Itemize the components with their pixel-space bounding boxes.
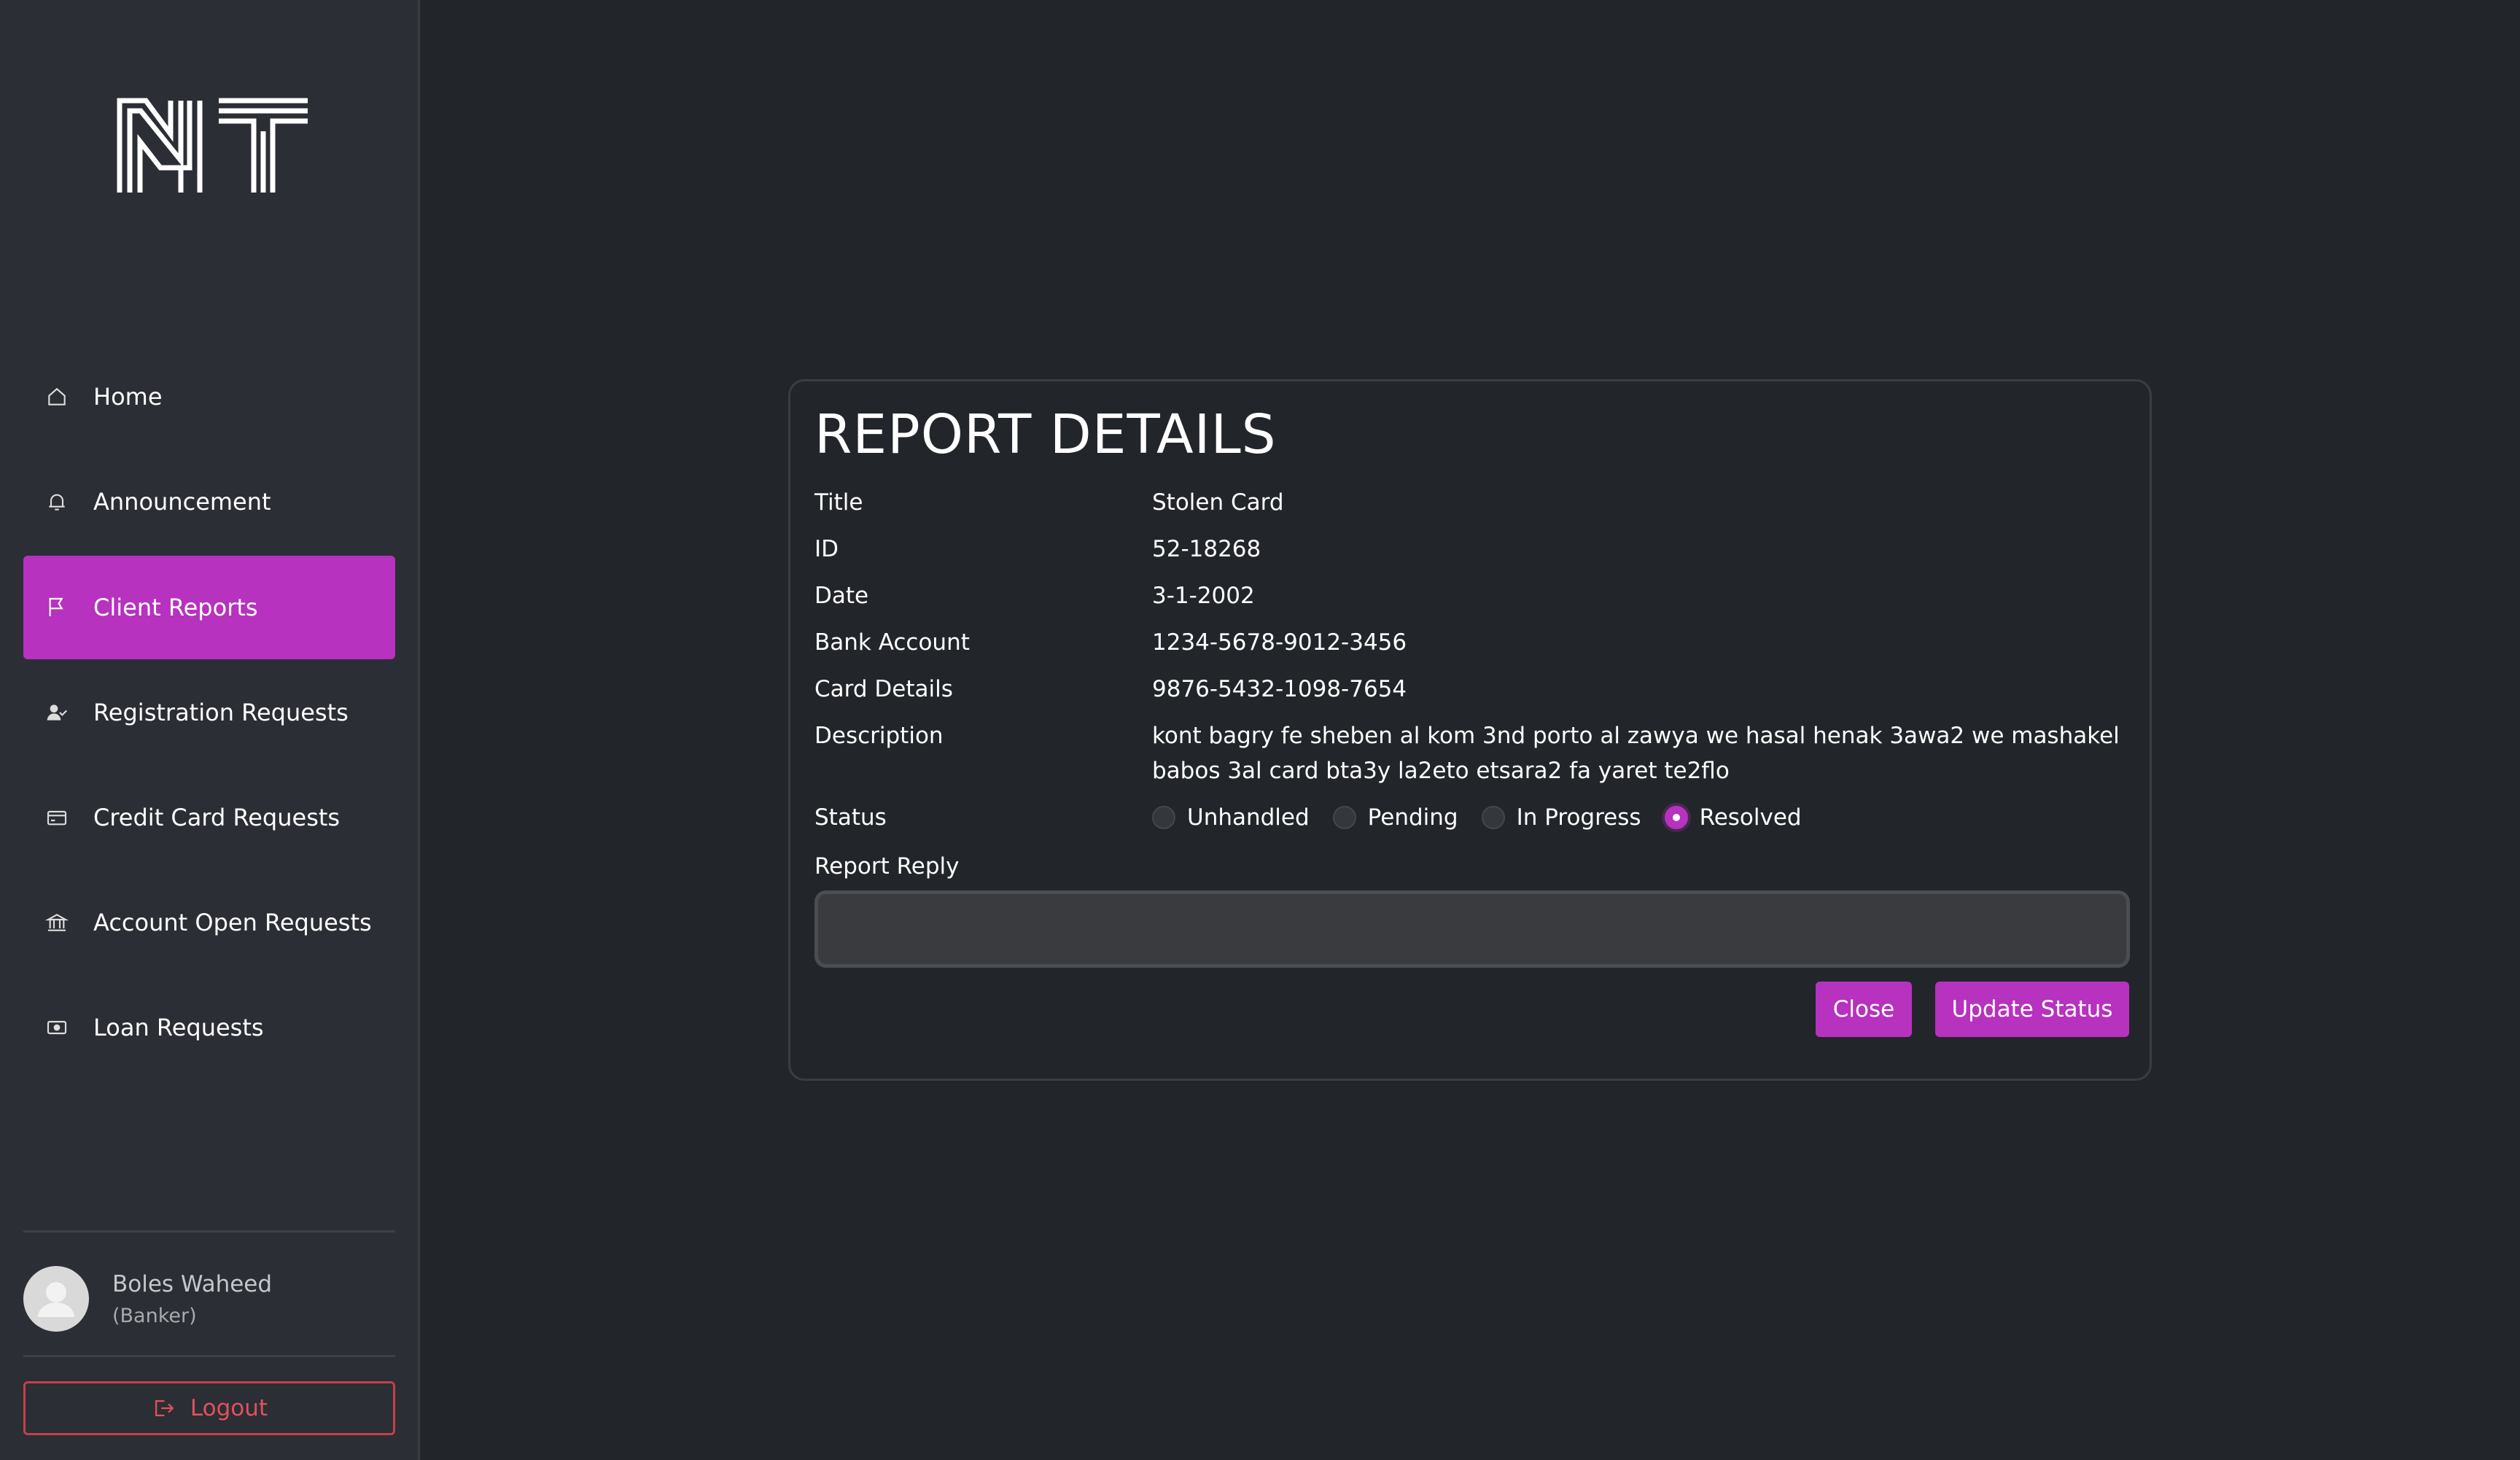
radio-button[interactable] xyxy=(1664,806,1688,829)
home-icon xyxy=(44,384,70,410)
report-reply-input[interactable] xyxy=(814,890,2130,968)
user-check-icon xyxy=(44,699,70,726)
status-label: Status xyxy=(814,804,887,831)
report-reply-label: Report Reply xyxy=(814,853,960,880)
radio-label: Resolved xyxy=(1699,804,1802,831)
report-details-modal: REPORT DETAILS Title Stolen Card ID 52-1… xyxy=(788,379,2152,1081)
field-value: 52-18268 xyxy=(1152,536,1261,562)
sidebar-divider xyxy=(23,1355,395,1357)
status-radio-pending[interactable]: Pending xyxy=(1332,800,1458,835)
bell-icon xyxy=(44,489,70,515)
field-value: 1234-5678-9012-3456 xyxy=(1152,629,1407,656)
field-label: Date xyxy=(814,583,869,609)
logout-icon xyxy=(155,1399,174,1417)
user-name: Boles Waheed xyxy=(112,1270,273,1297)
field-value: kont bagry fe sheben al kom 3nd porto al… xyxy=(1152,723,2120,784)
radio-button[interactable] xyxy=(1332,806,1356,829)
close-button[interactable]: Close xyxy=(1816,982,1912,1037)
status-radio-in-progress[interactable]: In Progress xyxy=(1481,800,1641,835)
nav-loan-requests-label: Loan Requests xyxy=(93,1014,264,1041)
radio-label: Unhandled xyxy=(1187,804,1310,831)
bank-icon xyxy=(44,909,70,936)
nav-credit-card-requests[interactable]: Credit Card Requests xyxy=(23,766,395,869)
logout-label: Logout xyxy=(190,1395,268,1421)
field-value: 3-1-2002 xyxy=(1152,583,1255,609)
logout-button[interactable]: Logout xyxy=(23,1381,395,1435)
nav-client-reports[interactable]: Client Reports xyxy=(23,556,395,659)
field-label: Bank Account xyxy=(814,629,970,656)
nav-announcement-label: Announcement xyxy=(93,488,271,516)
update-status-button[interactable]: Update Status xyxy=(1935,982,2129,1037)
avatar xyxy=(23,1266,89,1332)
field-label: ID xyxy=(814,536,839,562)
user-profile: Boles Waheed (Banker) xyxy=(23,1266,272,1332)
sidebar-divider xyxy=(23,1230,395,1232)
credit-card-icon xyxy=(44,804,70,831)
nav-account-open-requests-label: Account Open Requests xyxy=(93,909,372,936)
user-silhouette-icon xyxy=(38,1282,74,1317)
user-role: (Banker) xyxy=(112,1304,197,1327)
nav-registration-requests-label: Registration Requests xyxy=(93,699,349,726)
field-label: Card Details xyxy=(814,676,953,702)
nav-home-label: Home xyxy=(93,383,163,411)
modal-title: REPORT DETAILS xyxy=(814,403,1277,466)
nav-registration-requests[interactable]: Registration Requests xyxy=(23,661,395,764)
sidebar: Home Announcement Client Reports Registr… xyxy=(0,0,420,1460)
nav-client-reports-label: Client Reports xyxy=(93,594,258,621)
nav-credit-card-requests-label: Credit Card Requests xyxy=(93,804,341,831)
status-radio-unhandled[interactable]: Unhandled xyxy=(1152,800,1310,835)
field-value: 9876-5432-1098-7654 xyxy=(1152,676,1407,702)
field-value: Stolen Card xyxy=(1152,489,1284,516)
status-radio-resolved[interactable]: Resolved xyxy=(1664,800,1802,835)
nav-account-open-requests[interactable]: Account Open Requests xyxy=(23,871,395,974)
cash-icon xyxy=(44,1014,70,1041)
field-label: Title xyxy=(814,489,863,516)
radio-label: In Progress xyxy=(1516,804,1641,831)
status-radio-group: Unhandled Pending In Progress Resolved xyxy=(1152,800,1825,835)
nav-announcement[interactable]: Announcement xyxy=(23,450,395,554)
field-label: Description xyxy=(814,723,944,749)
radio-button[interactable] xyxy=(1481,806,1505,829)
nav-loan-requests[interactable]: Loan Requests xyxy=(23,976,395,1079)
radio-label: Pending xyxy=(1367,804,1458,831)
nav-home[interactable]: Home xyxy=(23,345,395,449)
nt-logo xyxy=(117,98,308,193)
radio-button[interactable] xyxy=(1152,806,1175,829)
flag-icon xyxy=(44,594,70,621)
